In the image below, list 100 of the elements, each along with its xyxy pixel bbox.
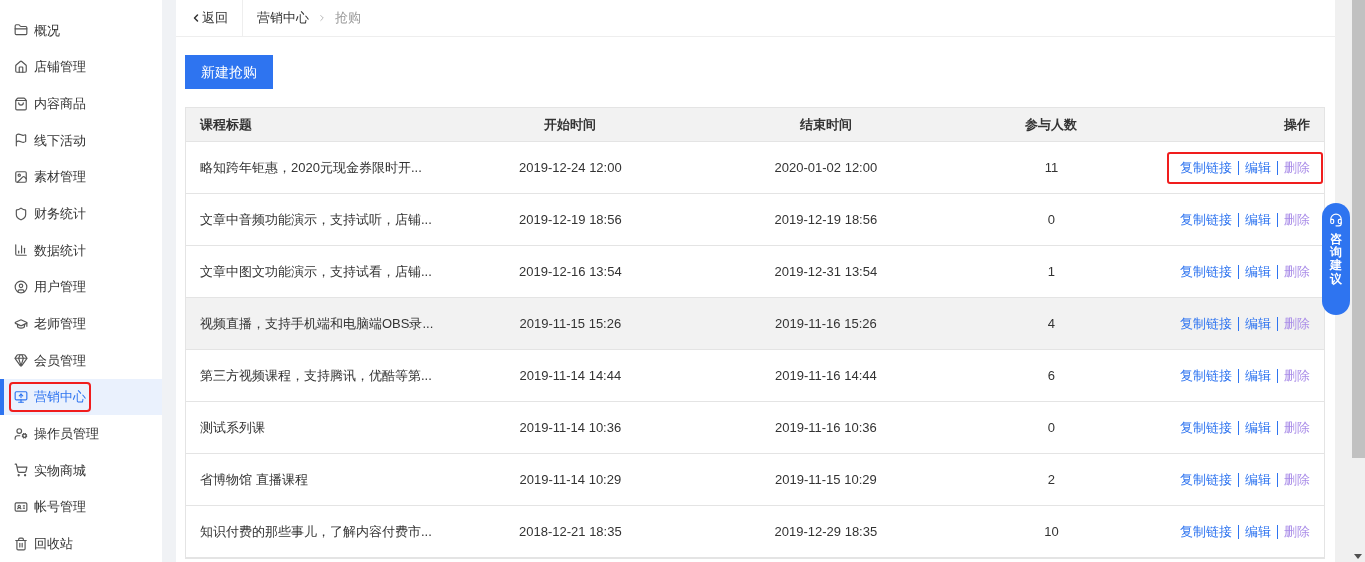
table-cell: 2019-12-19 18:56: [774, 211, 878, 227]
sidebar-item[interactable]: 概况: [0, 12, 162, 49]
table-cell: 0: [1047, 419, 1056, 435]
graduation-cap-icon: [14, 316, 28, 331]
table-cell: 2019-11-15 10:29: [775, 471, 877, 487]
table-cell: 2020-01-02 12:00: [774, 159, 878, 175]
action-link[interactable]: 复制链接: [1180, 469, 1232, 490]
table-cell: 2018-12-21 18:35: [519, 523, 622, 539]
action-link[interactable]: 复制链接: [1180, 261, 1232, 282]
new-flash-sale-button[interactable]: 新建抢购: [185, 55, 273, 89]
back-button[interactable]: 返回: [176, 0, 243, 36]
action-link[interactable]: 编辑: [1245, 521, 1271, 542]
user-icon: [14, 280, 28, 295]
action-link[interactable]: 复制链接: [1180, 521, 1232, 542]
action-link[interactable]: 删除: [1284, 521, 1310, 542]
action-link[interactable]: 删除: [1284, 209, 1310, 230]
image-icon: [14, 170, 28, 184]
action-link[interactable]: 编辑: [1245, 365, 1271, 386]
column-header: 操作: [1284, 116, 1310, 132]
table-cell: 2019-11-16 10:36: [775, 419, 877, 435]
column-header: 结束时间: [799, 116, 852, 132]
action-link[interactable]: 删除: [1284, 417, 1310, 438]
id-card-icon: [14, 500, 28, 515]
action-link[interactable]: 复制链接: [1180, 209, 1232, 230]
column-header: 开始时间: [544, 116, 597, 132]
action-link[interactable]: 编辑: [1245, 209, 1271, 230]
table-cell: 2019-11-14 10:36: [519, 419, 622, 435]
action-link[interactable]: 删除: [1284, 157, 1310, 178]
table-cell: 2019-12-31 13:54: [774, 263, 878, 279]
table-cell: 知识付费的那些事儿，了解内容付费市...: [200, 523, 432, 539]
action-link[interactable]: 编辑: [1245, 469, 1271, 490]
table-cell: 2019-11-15 15:26: [519, 315, 622, 331]
action-link[interactable]: 编辑: [1245, 313, 1271, 334]
shield-icon: [14, 206, 28, 221]
table-cell: 2019-12-16 13:54: [519, 263, 622, 279]
table-cell: 11: [1044, 159, 1059, 175]
sidebar-item[interactable]: 操作员管理: [0, 415, 162, 453]
sidebar-item[interactable]: 回收站: [0, 525, 162, 562]
table-cell: 2019-12-24 12:00: [519, 159, 622, 175]
sidebar-item[interactable]: 会员管理: [0, 342, 162, 379]
headset-icon: [1329, 213, 1343, 227]
table-cell: 省博物馆 直播课程: [200, 471, 308, 487]
sidebar-item[interactable]: 营销中心: [0, 378, 162, 416]
scrollbar-thumb[interactable]: [1351, 0, 1365, 458]
column-header: 参与人数: [1025, 116, 1078, 132]
bag-icon: [14, 96, 28, 111]
scrollbar[interactable]: [1351, 0, 1365, 562]
table-cell: 文章中图文功能演示，支持试看，店铺...: [200, 263, 432, 279]
sidebar-item[interactable]: 实物商城: [0, 452, 162, 489]
table-cell: 2019-12-19 18:56: [519, 211, 622, 227]
action-link[interactable]: 编辑: [1245, 417, 1271, 438]
table-cell: 10: [1044, 523, 1059, 539]
action-link[interactable]: 复制链接: [1180, 417, 1232, 438]
house-icon: [14, 60, 28, 74]
monitor-chart-icon: [14, 390, 28, 405]
action-link[interactable]: 编辑: [1245, 261, 1271, 282]
sidebar-item[interactable]: 内容商品: [0, 85, 162, 122]
feedback-button[interactable]: 咨询建议: [1322, 203, 1350, 315]
sidebar-item[interactable]: 数据统计: [0, 232, 162, 269]
action-link[interactable]: 删除: [1284, 313, 1310, 334]
action-link[interactable]: 复制链接: [1180, 157, 1232, 178]
action-link[interactable]: 复制链接: [1180, 313, 1232, 334]
table-cell: 1: [1047, 263, 1056, 279]
action-link[interactable]: 删除: [1284, 261, 1310, 282]
action-link[interactable]: 复制链接: [1180, 365, 1232, 386]
sidebar-item[interactable]: 财务统计: [0, 195, 162, 233]
sidebar-item[interactable]: 帐号管理: [0, 488, 162, 526]
breadcrumb-item[interactable]: 营销中心: [257, 8, 309, 28]
table-cell: 测试系列课: [200, 419, 265, 435]
chevron-right-icon: [317, 13, 327, 23]
action-link[interactable]: 删除: [1284, 469, 1310, 490]
table-cell: 文章中音频功能演示，支持试听，店铺...: [200, 211, 432, 227]
cart-icon: [14, 463, 28, 478]
action-link[interactable]: 编辑: [1245, 157, 1271, 178]
table-cell: 2019-11-14 14:44: [519, 367, 622, 383]
sidebar-item[interactable]: 用户管理: [0, 268, 162, 306]
folder-icon: [14, 23, 28, 38]
sidebar-item[interactable]: 线下活动: [0, 122, 162, 159]
bar-chart-icon: [14, 243, 28, 258]
user-gear-icon: [14, 426, 28, 441]
action-link[interactable]: 删除: [1284, 365, 1310, 386]
table-cell: 6: [1047, 367, 1056, 383]
table-cell: 4: [1047, 315, 1056, 331]
table-cell: 第三方视频课程，支持腾讯，优酷等第...: [200, 367, 432, 383]
table-cell: 略知跨年钜惠，2020元现金券限时开...: [200, 159, 422, 175]
table-cell: 2019-11-16 15:26: [775, 315, 877, 331]
gem-icon: [14, 353, 28, 368]
sidebar-item[interactable]: 店铺管理: [0, 48, 162, 86]
table-cell: 0: [1047, 211, 1056, 227]
breadcrumb-item: 抢购: [335, 9, 361, 28]
sidebar-item[interactable]: 老师管理: [0, 305, 162, 343]
sidebar-item[interactable]: 素材管理: [0, 158, 162, 196]
trash-icon: [14, 536, 28, 551]
table-cell: 2019-11-14 10:29: [519, 471, 622, 487]
scroll-down-icon[interactable]: [1354, 554, 1362, 559]
table-cell: 2: [1047, 471, 1056, 487]
table-cell: 2019-12-29 18:35: [774, 523, 878, 539]
table-cell: 2019-11-16 14:44: [775, 367, 877, 383]
column-header: 课程标题: [200, 116, 252, 132]
table-cell: 视频直播，支持手机端和电脑端OBS录...: [200, 315, 434, 331]
